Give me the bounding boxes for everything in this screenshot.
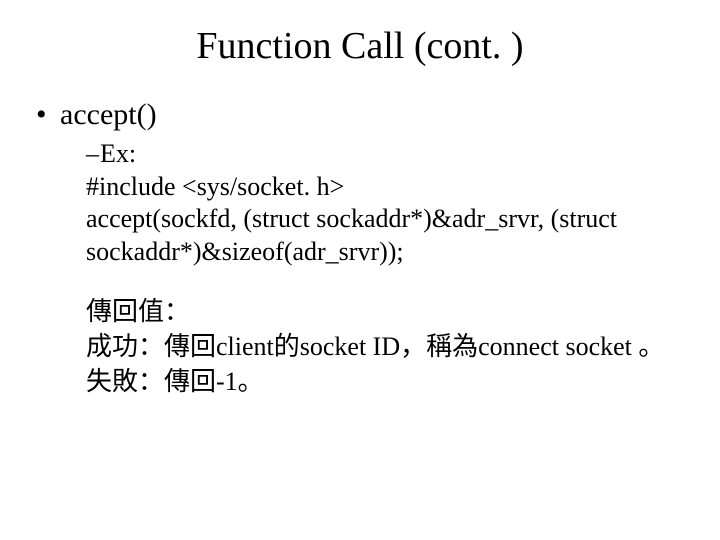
- return-fail: 失敗：傳回-1。: [86, 364, 690, 399]
- bullet-dot-icon: •: [36, 98, 60, 132]
- return-block: 傳回值： 成功：傳回client的socket ID，稱為connect soc…: [86, 294, 690, 399]
- bullet-text: accept(): [60, 98, 157, 131]
- slide-title: Function Call (cont. ): [30, 24, 690, 68]
- slide: Function Call (cont. ) •accept() –Ex: #i…: [0, 0, 720, 540]
- example-label-line: –Ex:: [86, 138, 690, 171]
- example-label: Ex:: [100, 139, 136, 168]
- example-block: –Ex: #include <sys/socket. h> accept(soc…: [86, 138, 690, 268]
- spacer: [30, 268, 690, 294]
- include-line: #include <sys/socket. h>: [86, 171, 690, 204]
- return-success: 成功：傳回client的socket ID，稱為connect socket 。: [86, 329, 690, 364]
- dash-icon: –: [86, 138, 100, 171]
- code-line: accept(sockfd, (struct sockaddr*)&adr_sr…: [86, 203, 690, 268]
- bullet-accept: •accept(): [36, 98, 690, 132]
- return-heading: 傳回值：: [86, 294, 690, 329]
